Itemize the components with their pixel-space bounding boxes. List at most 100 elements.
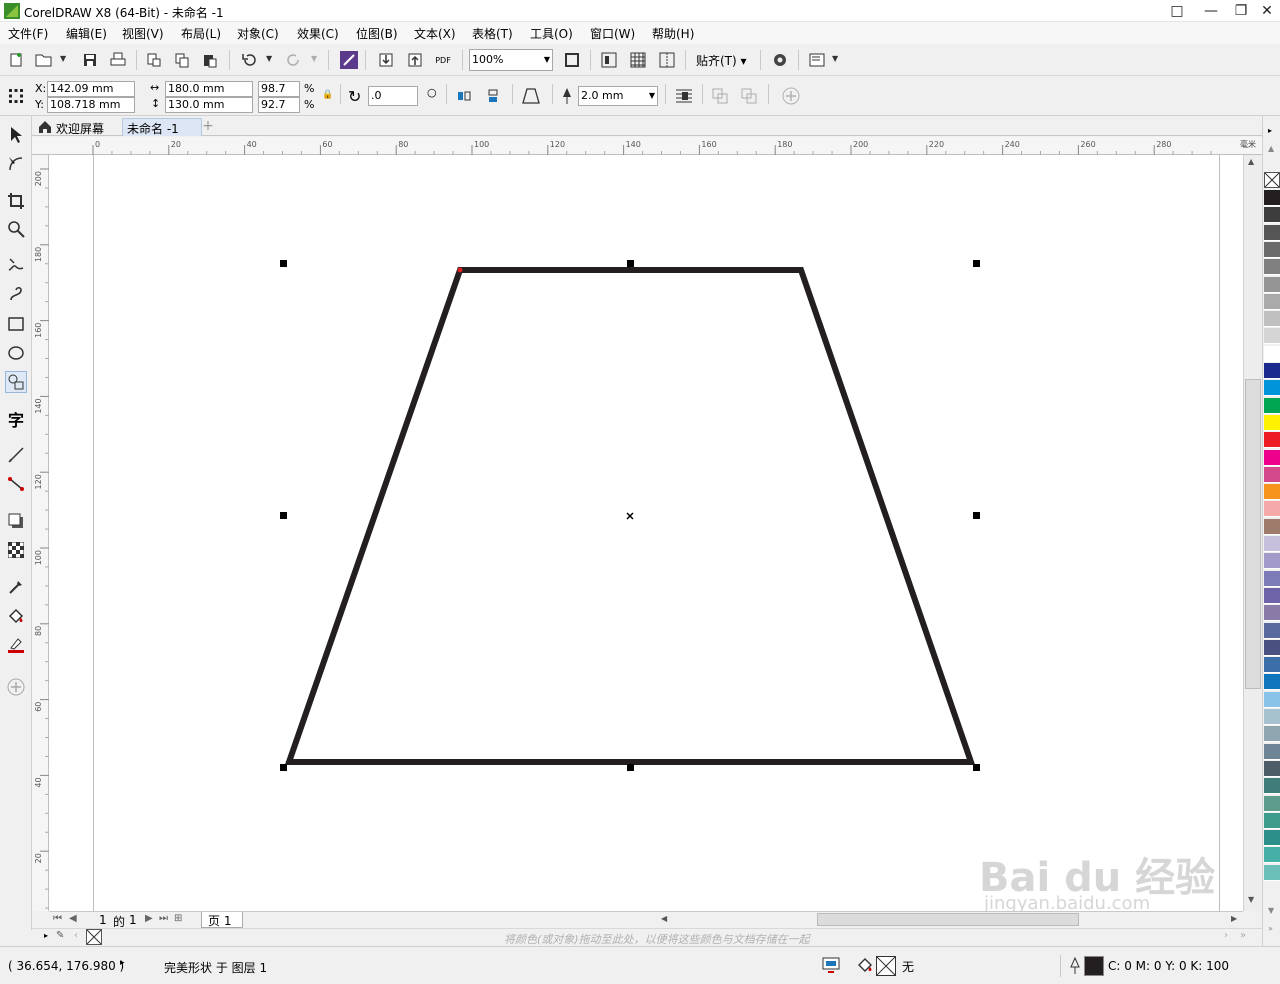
palette-swatch[interactable] xyxy=(1264,691,1280,708)
zoom-to-page-icon[interactable] xyxy=(561,49,583,71)
palette-swatch[interactable] xyxy=(1264,570,1280,587)
menu-text[interactable]: 文本(X) xyxy=(414,25,456,42)
copy-icon[interactable] xyxy=(171,49,193,71)
menu-help[interactable]: 帮助(H) xyxy=(652,25,694,42)
palette-swatch[interactable] xyxy=(1264,864,1280,881)
vertical-ruler[interactable]: 200 180 160 140 120 100 80 60 40 20 xyxy=(32,155,49,911)
menu-file[interactable]: 文件(F) xyxy=(8,25,48,42)
menu-layout[interactable]: 布局(L) xyxy=(181,25,221,42)
handle-middle-right[interactable] xyxy=(973,512,980,519)
artistic-media-tool-icon[interactable] xyxy=(5,283,27,305)
minimize-button[interactable]: — xyxy=(1194,0,1228,22)
zoom-tool-icon[interactable] xyxy=(5,218,27,240)
launcher-dropdown-icon[interactable]: ▼ xyxy=(832,54,838,63)
palette-swatch[interactable] xyxy=(1264,397,1280,414)
palette-swatch[interactable] xyxy=(1264,536,1280,552)
import-icon[interactable] xyxy=(375,49,397,71)
height-field[interactable]: 130.0 mm xyxy=(165,97,253,113)
palette-swatch[interactable] xyxy=(1264,812,1280,829)
palette-swatch[interactable] xyxy=(1264,743,1280,760)
pick-tool-icon[interactable] xyxy=(5,124,27,146)
snap-to-dropdown[interactable]: 贴齐(T) ▾ xyxy=(696,52,747,69)
full-screen-preview-icon[interactable] xyxy=(598,49,620,71)
outline-width-select[interactable]: 2.0 mm ▼ xyxy=(578,86,658,106)
palette-flyout-icon[interactable]: ▸ xyxy=(1268,126,1272,135)
palette-swatch[interactable] xyxy=(1264,276,1280,293)
new-document-icon[interactable] xyxy=(5,49,27,71)
palette-swatch[interactable] xyxy=(1264,587,1280,604)
convert-to-curves-icon[interactable] xyxy=(709,85,731,107)
palette-swatch[interactable] xyxy=(1264,190,1280,206)
vertical-scrollbar[interactable]: ▲ ▼ xyxy=(1243,155,1262,911)
lock-ratio-icon[interactable]: 🔒 xyxy=(322,90,333,100)
first-page-icon[interactable]: ⏮ xyxy=(53,913,62,924)
save-icon[interactable] xyxy=(79,49,101,71)
freehand-tool-icon[interactable] xyxy=(5,254,27,276)
trapezoid-shape-icon[interactable] xyxy=(520,85,542,107)
rotation-angle-field[interactable]: .0 xyxy=(368,86,418,106)
connector-tool-icon[interactable] xyxy=(5,473,27,495)
no-color-swatch[interactable] xyxy=(86,929,102,945)
palette-swatch[interactable] xyxy=(1264,778,1280,795)
palette-no-color-swatch[interactable] xyxy=(1264,172,1280,188)
shape-tool-icon[interactable] xyxy=(5,153,27,175)
open-dropdown-icon[interactable]: ▼ xyxy=(60,54,66,63)
horizontal-scroll-thumb[interactable] xyxy=(817,913,1079,926)
fill-indicator-icon[interactable] xyxy=(856,956,874,974)
x-position-field[interactable]: 142.09 mm xyxy=(47,81,135,97)
palette-swatch[interactable] xyxy=(1264,414,1280,431)
ellipse-tool-icon[interactable] xyxy=(5,342,27,364)
page-1-tab[interactable]: 页 1 xyxy=(201,912,243,928)
status-expand-icon[interactable]: ▸ xyxy=(120,958,125,968)
menu-tools[interactable]: 工具(O) xyxy=(530,25,573,42)
color-proofing-icon[interactable] xyxy=(822,957,840,973)
tab-untitled-1[interactable]: 未命名 -1 xyxy=(122,118,202,136)
drawing-canvas[interactable]: Bai du 经验 jingyan.baidu.com xyxy=(49,155,1243,914)
last-page-icon[interactable]: ⏭ xyxy=(159,913,168,924)
menu-view[interactable]: 视图(V) xyxy=(122,25,164,42)
basic-shapes-tool-icon[interactable] xyxy=(5,371,27,393)
paste-icon[interactable] xyxy=(199,49,221,71)
palette-swatch[interactable] xyxy=(1264,363,1280,379)
menu-table[interactable]: 表格(T) xyxy=(472,25,513,42)
doc-palette-left-icon[interactable]: ‹ xyxy=(74,930,78,941)
palette-swatch[interactable] xyxy=(1264,501,1280,518)
palette-swatch[interactable] xyxy=(1264,518,1280,535)
publish-pdf-icon[interactable]: PDF xyxy=(432,49,454,71)
text-wrap-icon[interactable] xyxy=(673,85,695,107)
fill-none-swatch[interactable] xyxy=(876,956,896,976)
palette-expand-icon[interactable]: » xyxy=(1268,924,1273,933)
handle-top-right[interactable] xyxy=(973,260,980,267)
text-tool-icon[interactable]: 字 xyxy=(5,408,27,430)
doc-palette-edit-icon[interactable]: ✎ xyxy=(56,930,64,941)
palette-scroll-up-icon[interactable]: ▲ xyxy=(1268,144,1274,153)
handle-middle-left[interactable] xyxy=(280,512,287,519)
palette-swatch[interactable] xyxy=(1264,380,1280,397)
palette-swatch[interactable] xyxy=(1264,207,1280,224)
menu-object[interactable]: 对象(C) xyxy=(237,25,279,42)
handle-bottom-right[interactable] xyxy=(973,764,980,771)
add-page-icon[interactable]: ⊞ xyxy=(174,913,182,924)
undo-icon[interactable] xyxy=(238,49,260,71)
palette-swatch[interactable] xyxy=(1264,466,1280,483)
doc-palette-right-icon[interactable]: › xyxy=(1224,930,1228,941)
horizontal-ruler[interactable]: 0 20 40 60 80 100 120 140 160 180 200 220 240 260 280 … xyxy=(48,137,1262,155)
scroll-right-icon[interactable]: ▶ xyxy=(1231,914,1237,923)
prev-page-icon[interactable]: ◀ xyxy=(69,913,77,924)
first-node-marker[interactable] xyxy=(457,267,463,273)
palette-swatch[interactable] xyxy=(1264,639,1280,656)
palette-swatch[interactable] xyxy=(1264,311,1280,328)
palette-swatch[interactable] xyxy=(1264,795,1280,812)
smart-fill-tool-icon[interactable] xyxy=(5,634,27,656)
palette-swatch[interactable] xyxy=(1264,726,1280,743)
width-field[interactable]: 180.0 mm xyxy=(165,81,253,97)
palette-swatch[interactable] xyxy=(1264,345,1280,362)
mirror-vertical-icon[interactable] xyxy=(482,85,504,107)
palette-swatch[interactable] xyxy=(1264,241,1280,258)
scale-x-field[interactable]: 98.7 xyxy=(258,81,300,97)
undo-dropdown-icon[interactable]: ▼ xyxy=(266,54,272,63)
print-icon[interactable] xyxy=(107,49,129,71)
palette-swatch[interactable] xyxy=(1264,847,1280,864)
vertical-scroll-thumb[interactable] xyxy=(1245,379,1261,689)
search-content-icon[interactable] xyxy=(338,49,360,71)
